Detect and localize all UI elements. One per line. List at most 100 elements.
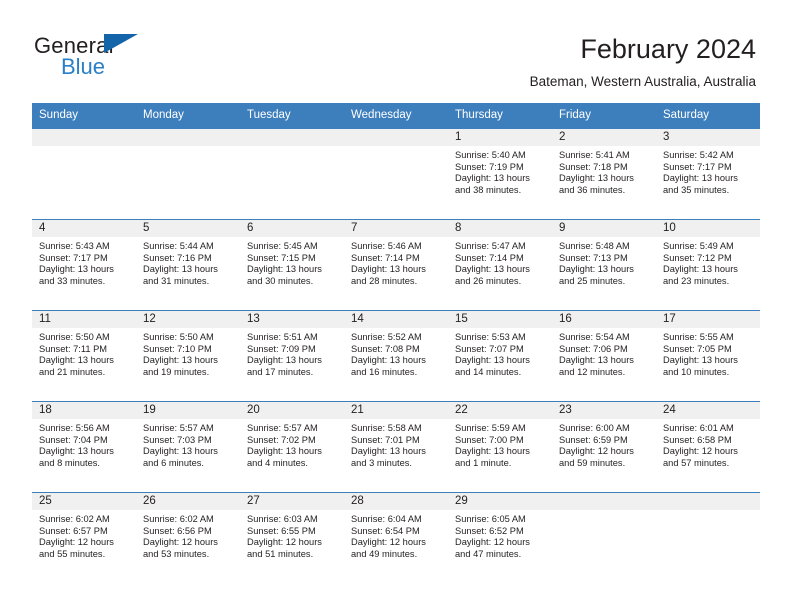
- calendar-day-cell-empty: [32, 129, 136, 219]
- day-daylight2-text: and 8 minutes.: [39, 457, 100, 468]
- day-sunset-text: Sunset: 7:00 PM: [455, 434, 524, 445]
- day-number: 10: [656, 220, 760, 237]
- day-sunrise-text: Sunrise: 6:05 AM: [455, 514, 526, 524]
- day-number: 3: [656, 129, 760, 146]
- day-sunset-text: Sunset: 7:10 PM: [143, 343, 212, 354]
- calendar-day-cell[interactable]: 18 Sunrise: 5:56 AM Sunset: 7:04 PM Dayligh…: [32, 402, 136, 492]
- day-daylight1-text: Daylight: 13 hours: [351, 264, 426, 275]
- day-sun-info: Sunrise: 5:56 AM Sunset: 7:04 PM Daylight:…: [32, 419, 136, 469]
- calendar-day-cell[interactable]: 7 Sunrise: 5:46 AM Sunset: 7:14 PM Daylight…: [344, 220, 448, 310]
- day-daylight1-text: Daylight: 13 hours: [455, 446, 530, 457]
- day-daylight1-text: Daylight: 13 hours: [559, 264, 634, 275]
- calendar-day-cell[interactable]: 4 Sunrise: 5:43 AM Sunset: 7:17 PM Daylight…: [32, 220, 136, 310]
- day-number: 25: [32, 493, 136, 510]
- calendar-day-cell[interactable]: 9 Sunrise: 5:48 AM Sunset: 7:13 PM Daylight…: [552, 220, 656, 310]
- day-sun-info: Sunrise: 6:02 AM Sunset: 6:57 PM Daylight:…: [32, 510, 136, 560]
- calendar-day-cell[interactable]: 8 Sunrise: 5:47 AM Sunset: 7:14 PM Daylight…: [448, 220, 552, 310]
- day-sun-info: Sunrise: 5:58 AM Sunset: 7:01 PM Daylight:…: [344, 419, 448, 469]
- calendar-day-cell[interactable]: 17 Sunrise: 5:55 AM Sunset: 7:05 PM Dayligh…: [656, 311, 760, 401]
- calendar-day-cell[interactable]: 28 Sunrise: 6:04 AM Sunset: 6:54 PM Dayligh…: [344, 493, 448, 583]
- calendar-day-cell-empty: [344, 129, 448, 219]
- day-daylight1-text: Daylight: 13 hours: [455, 264, 530, 275]
- day-sunrise-text: Sunrise: 6:02 AM: [39, 514, 110, 524]
- calendar-day-cell[interactable]: 5 Sunrise: 5:44 AM Sunset: 7:16 PM Daylight…: [136, 220, 240, 310]
- calendar-day-cell[interactable]: 25 Sunrise: 6:02 AM Sunset: 6:57 PM Dayligh…: [32, 493, 136, 583]
- calendar-day-cell[interactable]: 14 Sunrise: 5:52 AM Sunset: 7:08 PM Dayligh…: [344, 311, 448, 401]
- day-sunrise-text: Sunrise: 5:50 AM: [143, 332, 214, 342]
- page-title: February 2024: [580, 34, 756, 64]
- calendar-day-cell[interactable]: 3 Sunrise: 5:42 AM Sunset: 7:17 PM Daylight…: [656, 129, 760, 219]
- day-daylight1-text: Daylight: 12 hours: [351, 537, 426, 548]
- calendar-day-cell[interactable]: 11 Sunrise: 5:50 AM Sunset: 7:11 PM Dayligh…: [32, 311, 136, 401]
- calendar-day-cell-empty: [136, 129, 240, 219]
- calendar-day-cell[interactable]: 2 Sunrise: 5:41 AM Sunset: 7:18 PM Daylight…: [552, 129, 656, 219]
- day-number: 16: [552, 311, 656, 328]
- day-sun-info: Sunrise: 5:42 AM Sunset: 7:17 PM Daylight:…: [656, 146, 760, 196]
- day-sun-info: Sunrise: 6:00 AM Sunset: 6:59 PM Daylight:…: [552, 419, 656, 469]
- day-daylight2-text: and 49 minutes.: [351, 548, 418, 559]
- calendar-day-cell[interactable]: 20 Sunrise: 5:57 AM Sunset: 7:02 PM Dayligh…: [240, 402, 344, 492]
- day-number: 26: [136, 493, 240, 510]
- day-daylight1-text: Daylight: 13 hours: [663, 355, 738, 366]
- day-number: 22: [448, 402, 552, 419]
- day-daylight1-text: Daylight: 13 hours: [559, 173, 634, 184]
- day-number: 18: [32, 402, 136, 419]
- day-daylight2-text: and 53 minutes.: [143, 548, 210, 559]
- weekday-header-saturday: Saturday: [663, 109, 710, 121]
- calendar-day-cell[interactable]: 6 Sunrise: 5:45 AM Sunset: 7:15 PM Daylight…: [240, 220, 344, 310]
- calendar-page: General Blue February 2024 Bateman, West…: [0, 0, 792, 612]
- day-daylight2-text: and 57 minutes.: [663, 457, 730, 468]
- calendar-week-row: 4 Sunrise: 5:43 AM Sunset: 7:17 PM Daylight…: [32, 219, 760, 310]
- day-number: 17: [656, 311, 760, 328]
- day-number: 27: [240, 493, 344, 510]
- calendar-day-cell[interactable]: 16 Sunrise: 5:54 AM Sunset: 7:06 PM Dayligh…: [552, 311, 656, 401]
- day-daylight1-text: Daylight: 12 hours: [247, 537, 322, 548]
- day-daylight1-text: Daylight: 13 hours: [39, 446, 114, 457]
- calendar-day-cell[interactable]: 26 Sunrise: 6:02 AM Sunset: 6:56 PM Dayligh…: [136, 493, 240, 583]
- day-daylight1-text: Daylight: 12 hours: [455, 537, 530, 548]
- day-number: 28: [344, 493, 448, 510]
- day-daylight1-text: Daylight: 12 hours: [39, 537, 114, 548]
- calendar-day-cell[interactable]: 10 Sunrise: 5:49 AM Sunset: 7:12 PM Dayligh…: [656, 220, 760, 310]
- calendar-grid: Sunday Monday Tuesday Wednesday Thursday…: [32, 103, 760, 583]
- day-sunrise-text: Sunrise: 5:49 AM: [663, 241, 734, 251]
- day-sunrise-text: Sunrise: 5:42 AM: [663, 150, 734, 160]
- calendar-day-cell[interactable]: 15 Sunrise: 5:53 AM Sunset: 7:07 PM Dayligh…: [448, 311, 552, 401]
- day-sunrise-text: Sunrise: 5:41 AM: [559, 150, 630, 160]
- day-sunrise-text: Sunrise: 5:40 AM: [455, 150, 526, 160]
- day-number: 29: [448, 493, 552, 510]
- day-sunrise-text: Sunrise: 6:03 AM: [247, 514, 318, 524]
- day-sunset-text: Sunset: 7:18 PM: [559, 161, 628, 172]
- day-sun-info: Sunrise: 5:46 AM Sunset: 7:14 PM Daylight:…: [344, 237, 448, 287]
- day-daylight2-text: and 17 minutes.: [247, 366, 314, 377]
- brand-logo[interactable]: General Blue: [34, 30, 184, 78]
- day-sunrise-text: Sunrise: 6:00 AM: [559, 423, 630, 433]
- day-number: [552, 493, 656, 510]
- day-sun-info: Sunrise: 5:53 AM Sunset: 7:07 PM Daylight:…: [448, 328, 552, 378]
- calendar-day-cell[interactable]: 23 Sunrise: 6:00 AM Sunset: 6:59 PM Dayligh…: [552, 402, 656, 492]
- day-daylight1-text: Daylight: 13 hours: [143, 355, 218, 366]
- page-subtitle: Bateman, Western Australia, Australia: [529, 74, 756, 89]
- day-sunrise-text: Sunrise: 5:55 AM: [663, 332, 734, 342]
- calendar-week-row: 25 Sunrise: 6:02 AM Sunset: 6:57 PM Dayligh…: [32, 492, 760, 583]
- day-daylight1-text: Daylight: 13 hours: [455, 173, 530, 184]
- day-sunset-text: Sunset: 7:12 PM: [663, 252, 732, 263]
- calendar-day-cell[interactable]: 21 Sunrise: 5:58 AM Sunset: 7:01 PM Dayligh…: [344, 402, 448, 492]
- calendar-day-cell[interactable]: 12 Sunrise: 5:50 AM Sunset: 7:10 PM Dayligh…: [136, 311, 240, 401]
- calendar-day-cell[interactable]: 1 Sunrise: 5:40 AM Sunset: 7:19 PM Daylight…: [448, 129, 552, 219]
- day-sun-info: Sunrise: 6:02 AM Sunset: 6:56 PM Daylight:…: [136, 510, 240, 560]
- day-sun-info: Sunrise: 6:03 AM Sunset: 6:55 PM Daylight:…: [240, 510, 344, 560]
- calendar-day-cell[interactable]: 19 Sunrise: 5:57 AM Sunset: 7:03 PM Dayligh…: [136, 402, 240, 492]
- calendar-day-cell[interactable]: 13 Sunrise: 5:51 AM Sunset: 7:09 PM Dayligh…: [240, 311, 344, 401]
- day-daylight2-text: and 28 minutes.: [351, 275, 418, 286]
- day-sun-info: Sunrise: 5:52 AM Sunset: 7:08 PM Daylight:…: [344, 328, 448, 378]
- calendar-day-cell[interactable]: 27 Sunrise: 6:03 AM Sunset: 6:55 PM Dayligh…: [240, 493, 344, 583]
- day-sun-info: Sunrise: 5:43 AM Sunset: 7:17 PM Daylight:…: [32, 237, 136, 287]
- calendar-day-cell[interactable]: 24 Sunrise: 6:01 AM Sunset: 6:58 PM Dayligh…: [656, 402, 760, 492]
- day-sunset-text: Sunset: 7:02 PM: [247, 434, 316, 445]
- day-sunrise-text: Sunrise: 5:54 AM: [559, 332, 630, 342]
- calendar-day-cell[interactable]: 22 Sunrise: 5:59 AM Sunset: 7:00 PM Dayligh…: [448, 402, 552, 492]
- day-sunset-text: Sunset: 7:01 PM: [351, 434, 420, 445]
- calendar-day-cell[interactable]: 29 Sunrise: 6:05 AM Sunset: 6:52 PM Dayligh…: [448, 493, 552, 583]
- day-number: 19: [136, 402, 240, 419]
